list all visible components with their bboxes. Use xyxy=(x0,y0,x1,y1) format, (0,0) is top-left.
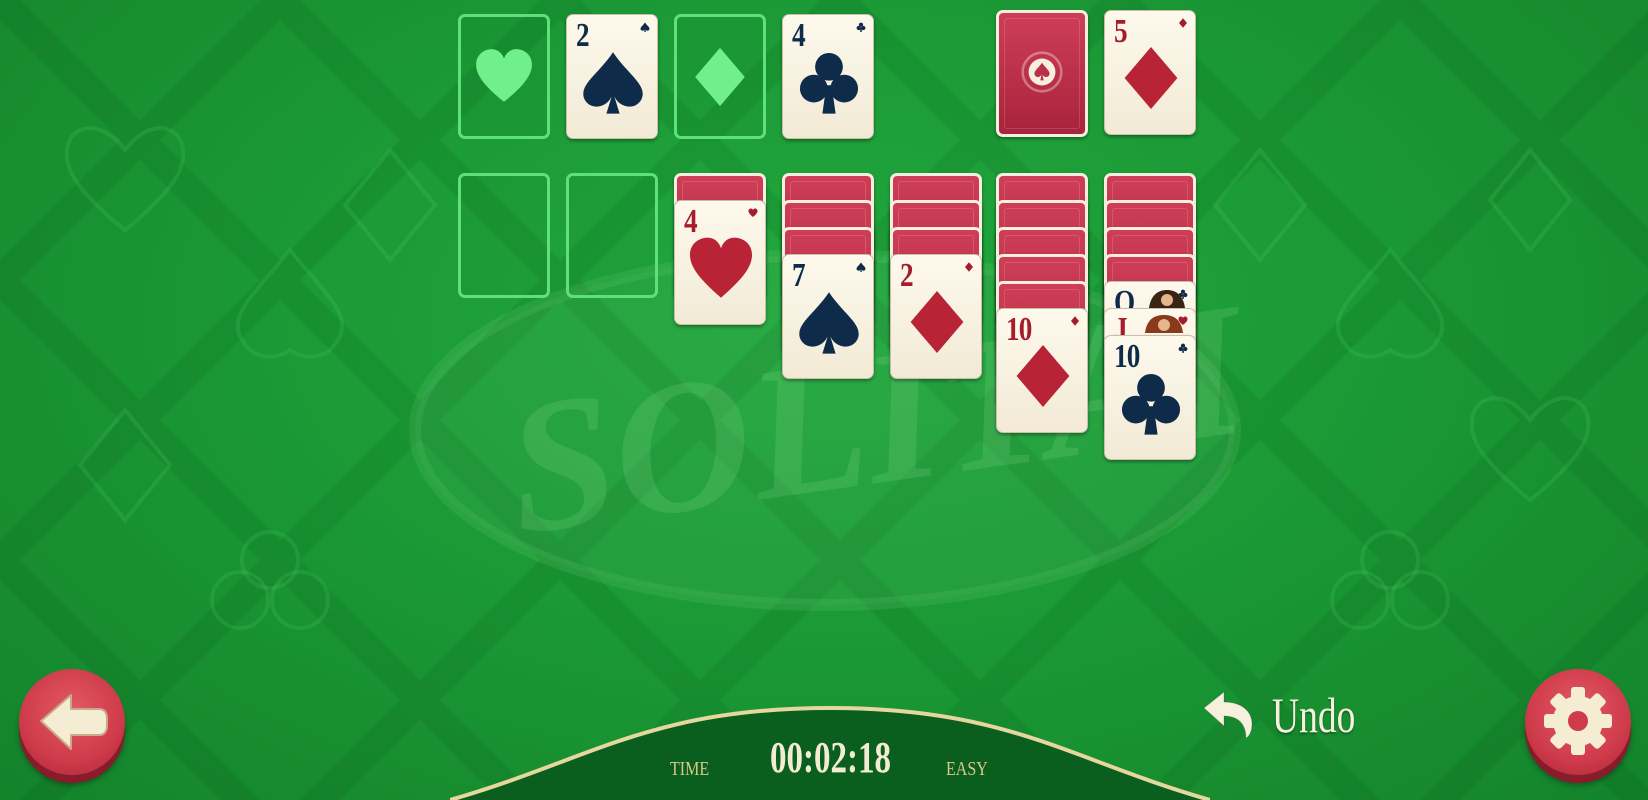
spade-icon xyxy=(799,292,859,354)
tableau-card-10-clubs[interactable]: 10 xyxy=(1104,335,1196,460)
diamond-icon xyxy=(1016,344,1070,408)
foundation-diamond-empty[interactable] xyxy=(674,14,766,139)
card-rank: 10 xyxy=(1114,338,1140,375)
waste-card-5-diamonds[interactable]: 5 xyxy=(1104,10,1196,135)
card-rank: 2 xyxy=(576,17,590,54)
tableau-card-7-spades[interactable]: 7 xyxy=(782,254,874,379)
undo-button[interactable]: Undo xyxy=(1200,686,1360,746)
time-label: TIME xyxy=(670,758,710,780)
card-rank: 4 xyxy=(792,17,806,54)
back-arrow-icon xyxy=(40,694,108,750)
foundation-card-2-spades[interactable]: 2 xyxy=(566,14,658,139)
card-rank: 10 xyxy=(1006,311,1032,348)
tableau-card-4-hearts[interactable]: 4 xyxy=(674,200,766,325)
diamond-icon xyxy=(1179,18,1187,28)
back-button[interactable] xyxy=(19,669,125,775)
tableau-card-10-diamonds[interactable]: 10 xyxy=(996,308,1088,433)
stock-pile[interactable] xyxy=(996,10,1088,137)
queen-portrait-icon xyxy=(1149,290,1185,308)
card-rank: 4 xyxy=(684,203,698,240)
diamond-icon xyxy=(965,262,973,272)
heart-icon xyxy=(476,48,532,102)
jack-portrait-icon xyxy=(1145,315,1183,333)
tableau-slot-1-empty[interactable] xyxy=(458,173,550,298)
time-value: 00:02:18 xyxy=(770,733,891,782)
heart-icon xyxy=(689,237,753,298)
heart-icon xyxy=(748,208,758,217)
card-rank: 7 xyxy=(792,257,806,294)
spade-icon xyxy=(856,262,866,272)
spade-icon xyxy=(583,52,643,114)
settings-button[interactable] xyxy=(1525,669,1631,775)
tableau-slot-2-empty[interactable] xyxy=(566,173,658,298)
tableau-card-2-diamonds[interactable]: 2 xyxy=(890,254,982,379)
foundation-heart-empty[interactable] xyxy=(458,14,550,139)
club-icon xyxy=(856,22,866,32)
spade-emblem-icon xyxy=(1021,51,1063,93)
diamond-icon xyxy=(1071,316,1079,326)
diamond-icon xyxy=(1124,46,1178,110)
card-rank: 5 xyxy=(1114,13,1128,50)
gear-icon xyxy=(1544,687,1612,755)
foundation-card-4-clubs[interactable]: 4 xyxy=(782,14,874,139)
club-icon xyxy=(1178,343,1188,353)
undo-label: Undo xyxy=(1272,687,1356,743)
spade-icon xyxy=(640,22,650,32)
club-icon xyxy=(1121,373,1181,435)
difficulty-label: EASY xyxy=(946,758,988,780)
card-rank: 2 xyxy=(900,257,914,294)
status-bar: TIME 00:02:18 EASY xyxy=(450,700,1210,800)
club-icon xyxy=(799,52,859,114)
diamond-icon xyxy=(910,290,964,354)
diamond-icon xyxy=(695,47,745,106)
